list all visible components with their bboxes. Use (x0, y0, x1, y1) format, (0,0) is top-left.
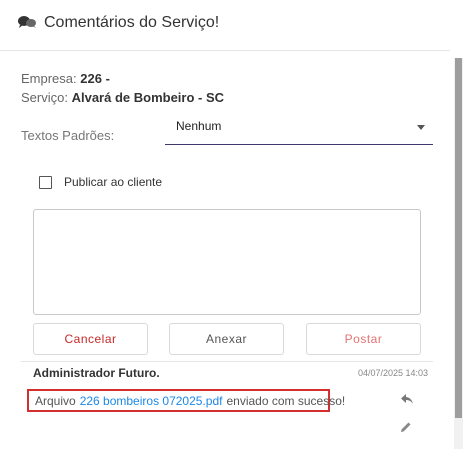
chat-bubbles-icon (18, 16, 36, 28)
publicar-checkbox[interactable] (39, 175, 52, 189)
comment-textarea[interactable] (33, 209, 421, 315)
attach-button[interactable]: Anexar (169, 323, 284, 355)
comment-timestamp: 04/07/2025 14:03 (358, 368, 429, 378)
empresa-info: Empresa: 226 - (21, 71, 110, 86)
servico-value: Alvará de Bombeiro - SC (71, 90, 225, 105)
publicar-label: Publicar ao cliente (64, 175, 163, 189)
cancel-button[interactable]: Cancelar (33, 323, 148, 355)
post-button[interactable]: Postar (306, 323, 421, 355)
pencil-icon[interactable] (400, 421, 412, 433)
textos-padroes-label: Textos Padrões: (21, 128, 115, 143)
attachment-link[interactable]: 226 bombeiros 072025.pdf (80, 394, 223, 408)
scrollbar-thumb[interactable] (455, 58, 462, 418)
message-text-before: Arquivo (35, 393, 76, 408)
chevron-down-icon (417, 125, 425, 130)
scrollbar[interactable] (454, 58, 463, 449)
textos-padroes-value: Nenhum (176, 119, 222, 133)
dialog-header: Comentários do Serviço! (0, 0, 463, 50)
textos-padroes-select[interactable]: Nenhum (165, 115, 433, 145)
dialog-title: Comentários do Serviço! (44, 14, 220, 31)
reply-icon[interactable] (400, 393, 414, 405)
comment-message: Arquivo 226 bombeiros 072025.pdf enviado… (27, 389, 345, 412)
empresa-label: Empresa: (21, 71, 77, 86)
header-divider (0, 50, 450, 51)
comment-author: Administrador Futuro. (33, 366, 160, 380)
servico-info: Serviço: Alvará de Bombeiro - SC (21, 90, 224, 105)
message-text-after: enviado com sucesso! (226, 393, 346, 408)
publicar-ao-cliente[interactable]: Publicar ao cliente (39, 174, 162, 190)
comments-divider (21, 361, 433, 362)
empresa-value: 226 - (80, 71, 110, 86)
servico-label: Serviço: (21, 90, 68, 105)
